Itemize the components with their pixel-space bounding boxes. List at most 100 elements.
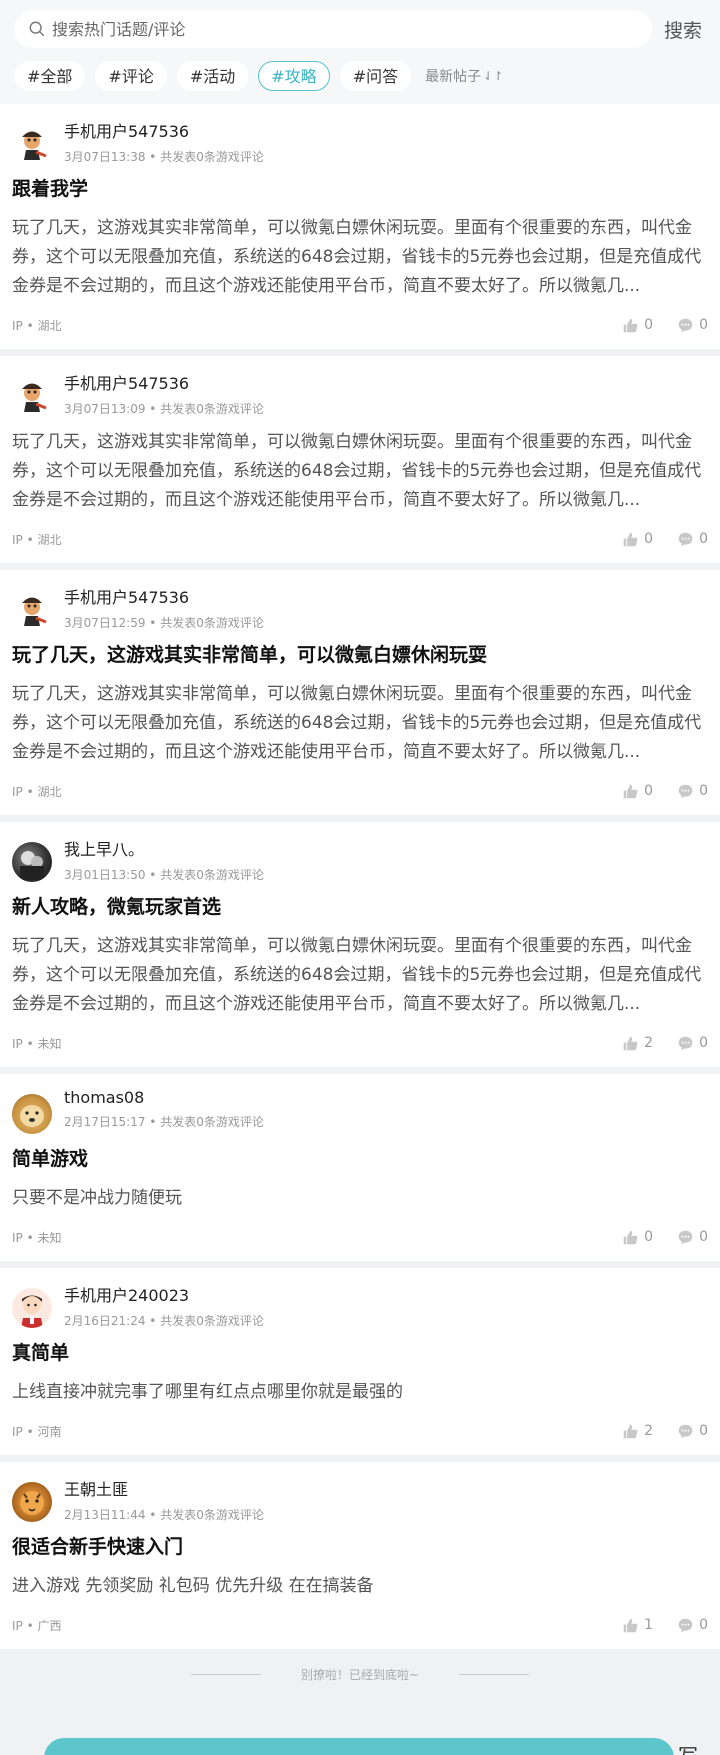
post-header: 手机用户547536 3月07日12:59 • 共发表0条游戏评论 [12, 582, 708, 632]
like-button[interactable]: 0 [622, 783, 653, 800]
post-header: 手机用户240023 2月16日21:24 • 共发表0条游戏评论 [12, 1280, 708, 1330]
post-header: 王朝土匪 2月13日11:44 • 共发表0条游戏评论 [12, 1474, 708, 1524]
like-count: 1 [644, 1617, 654, 1633]
monkey-avatar[interactable] [12, 376, 52, 416]
like-button[interactable]: 2 [622, 1035, 653, 1052]
tab-guide[interactable]: #攻略 [258, 61, 330, 91]
post-footer: IP • 河南 2 0 [12, 1421, 708, 1441]
user-name[interactable]: 我上早八。 [64, 836, 264, 860]
post-title[interactable]: 真简单 [12, 1338, 708, 1368]
post-card[interactable]: 我上早八。 3月01日13:50 • 共发表0条游戏评论 新人攻略，微氪玩家首选… [0, 822, 720, 1067]
post-body[interactable]: 只要不是冲战力随便玩 [12, 1184, 708, 1213]
post-title[interactable]: 很适合新手快速入门 [12, 1532, 708, 1562]
post-body[interactable]: 玩了几天，这游戏其实非常简单，可以微氪白嫖休闲玩耍。里面有个很重要的东西，叫代金… [12, 680, 708, 767]
write-button[interactable]: 写 [678, 1740, 698, 1755]
thumbs-up-icon [622, 783, 644, 800]
post-title[interactable]: 新人攻略，微氪玩家首选 [12, 892, 708, 922]
post-title[interactable]: 简单游戏 [12, 1144, 708, 1174]
search-icon [29, 21, 45, 37]
comment-bubble-icon [677, 531, 699, 548]
sort-arrows-icon: ⇃↾ [483, 69, 504, 83]
monkey-avatar[interactable] [12, 124, 52, 164]
like-button[interactable]: 2 [622, 1423, 653, 1440]
write-post-bar[interactable] [44, 1738, 674, 1755]
post-footer: IP • 湖北 0 0 [12, 315, 708, 335]
user-name[interactable]: 手机用户547536 [64, 118, 264, 142]
search-input[interactable] [52, 19, 638, 39]
like-count: 0 [644, 531, 654, 547]
post-card[interactable]: 手机用户547536 3月07日13:38 • 共发表0条游戏评论 跟着我学 玩… [0, 104, 720, 349]
comment-button[interactable]: 0 [677, 317, 708, 334]
post-body[interactable]: 进入游戏 先领奖励 礼包码 优先升级 在在搞装备 [12, 1572, 708, 1601]
post-card[interactable]: 王朝土匪 2月13日11:44 • 共发表0条游戏评论 很适合新手快速入门 进入… [0, 1462, 720, 1649]
ip-location: IP • 湖北 [12, 532, 62, 547]
thumbs-up-icon [622, 1229, 644, 1246]
like-count: 2 [644, 1035, 654, 1051]
comment-count: 0 [699, 1229, 708, 1245]
user-name[interactable]: 手机用户547536 [64, 370, 264, 394]
cartoon-boy-avatar[interactable] [12, 1288, 52, 1328]
comment-button[interactable]: 0 [677, 531, 708, 548]
user-info: 王朝土匪 2月13日11:44 • 共发表0条游戏评论 [64, 1474, 264, 1523]
comment-button[interactable]: 0 [677, 1229, 708, 1246]
monkey-avatar[interactable] [12, 590, 52, 630]
search-button[interactable]: 搜索 [664, 16, 708, 43]
post-meta: 2月17日15:17 • 共发表0条游戏评论 [64, 1115, 264, 1129]
user-info: 手机用户240023 2月16日21:24 • 共发表0条游戏评论 [64, 1280, 264, 1329]
ip-location: IP • 广西 [12, 1618, 62, 1633]
thumbs-up-icon [622, 1423, 644, 1440]
ip-location: IP • 河南 [12, 1424, 62, 1439]
post-title[interactable]: 玩了几天，这游戏其实非常简单，可以微氪白嫖休闲玩耍 [12, 640, 708, 670]
post-card[interactable]: 手机用户547536 3月07日13:09 • 共发表0条游戏评论 玩了几天，这… [0, 356, 720, 563]
post-body[interactable]: 玩了几天，这游戏其实非常简单，可以微氪白嫖休闲玩耍。里面有个很重要的东西，叫代金… [12, 214, 708, 301]
user-name[interactable]: 王朝土匪 [64, 1476, 264, 1500]
comment-bubble-icon [677, 1229, 699, 1246]
search-box[interactable] [14, 10, 652, 48]
comment-button[interactable]: 0 [677, 783, 708, 800]
post-body[interactable]: 玩了几天，这游戏其实非常简单，可以微氪白嫖休闲玩耍。里面有个很重要的东西，叫代金… [12, 932, 708, 1019]
user-name[interactable]: thomas08 [64, 1088, 264, 1107]
post-card[interactable]: 手机用户240023 2月16日21:24 • 共发表0条游戏评论 真简单 上线… [0, 1268, 720, 1455]
post-header: 我上早八。 3月01日13:50 • 共发表0条游戏评论 [12, 834, 708, 884]
like-button[interactable]: 0 [622, 1229, 653, 1246]
post-footer: IP • 广西 1 0 [12, 1615, 708, 1635]
post-body[interactable]: 上线直接冲就完事了哪里有红点点哪里你就是最强的 [12, 1378, 708, 1407]
comment-button[interactable]: 0 [677, 1423, 708, 1440]
user-name[interactable]: 手机用户240023 [64, 1282, 264, 1306]
end-text: 别撩啦！已经到底啦~ [300, 1667, 420, 1682]
post-card[interactable]: thomas08 2月17日15:17 • 共发表0条游戏评论 简单游戏 只要不… [0, 1074, 720, 1261]
tiger-avatar[interactable] [12, 1482, 52, 1522]
photo-avatar[interactable] [12, 842, 52, 882]
post-footer: IP • 未知 2 0 [12, 1033, 708, 1053]
user-info: 手机用户547536 3月07日12:59 • 共发表0条游戏评论 [64, 582, 264, 631]
post-body[interactable]: 玩了几天，这游戏其实非常简单，可以微氪白嫖休闲玩耍。里面有个很重要的东西，叫代金… [12, 428, 708, 515]
post-meta: 3月07日13:38 • 共发表0条游戏评论 [64, 150, 264, 164]
user-name[interactable]: 手机用户547536 [64, 584, 264, 608]
like-count: 0 [644, 783, 654, 799]
like-button[interactable]: 0 [622, 317, 653, 334]
thumbs-up-icon [622, 1035, 644, 1052]
comment-bubble-icon [677, 317, 699, 334]
like-count: 0 [644, 1229, 654, 1245]
dog-avatar[interactable] [12, 1094, 52, 1134]
tab-qa[interactable]: #问答 [339, 61, 412, 91]
comment-button[interactable]: 0 [677, 1617, 708, 1634]
search-row: 搜索 [14, 10, 708, 48]
like-button[interactable]: 1 [622, 1617, 653, 1634]
tab-activity[interactable]: #活动 [176, 61, 249, 91]
tag-tabs: #全部 #评论 #活动 #攻略 #问答 最新帖子 ⇃↾ [14, 61, 708, 91]
thumbs-up-icon [622, 317, 644, 334]
post-meta: 3月07日13:09 • 共发表0条游戏评论 [64, 402, 264, 416]
like-count: 0 [644, 317, 654, 333]
like-button[interactable]: 0 [622, 531, 653, 548]
divider [459, 1673, 530, 1675]
header: 搜索 #全部 #评论 #活动 #攻略 #问答 最新帖子 ⇃↾ [0, 0, 720, 104]
tab-review[interactable]: #评论 [95, 61, 167, 91]
comment-button[interactable]: 0 [677, 1035, 708, 1052]
tab-all[interactable]: #全部 [14, 61, 86, 91]
comment-count: 0 [699, 317, 708, 333]
thumbs-up-icon [622, 1617, 644, 1634]
sort-dropdown[interactable]: 最新帖子 ⇃↾ [425, 66, 503, 86]
post-card[interactable]: 手机用户547536 3月07日12:59 • 共发表0条游戏评论 玩了几天，这… [0, 570, 720, 815]
post-title[interactable]: 跟着我学 [12, 174, 708, 204]
